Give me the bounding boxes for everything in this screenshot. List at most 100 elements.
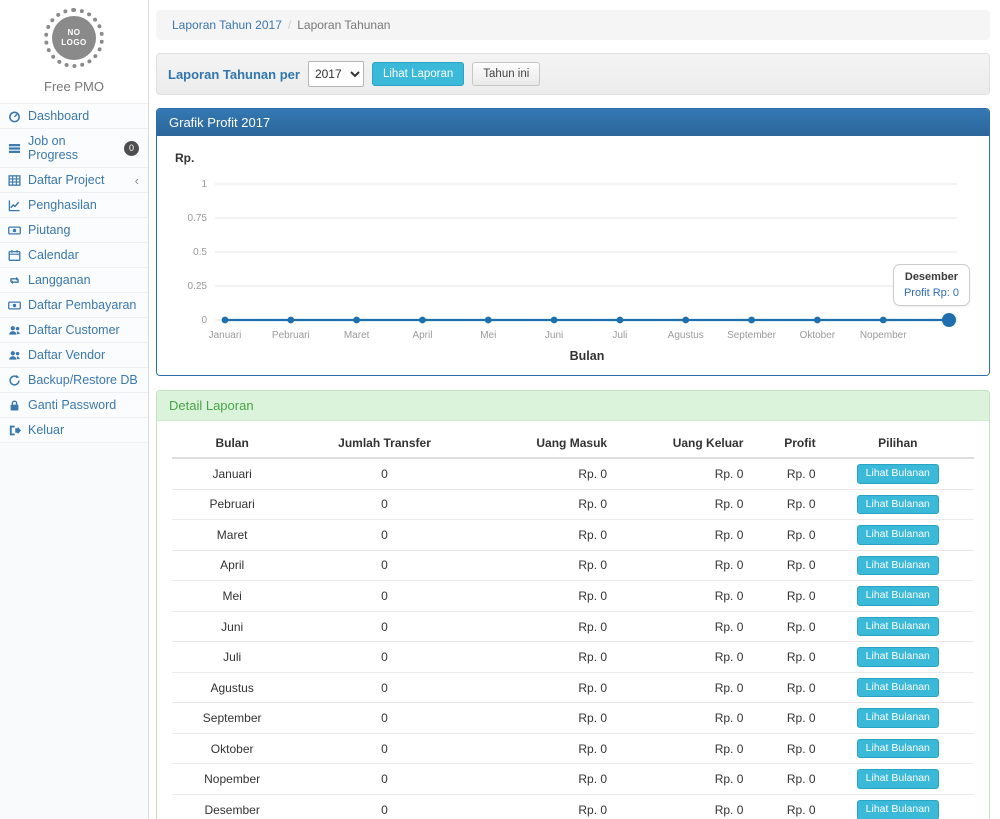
cell-jumlah_transfer: 0 [292, 703, 476, 734]
lihat-bulanan-button[interactable]: Lihat Bulanan [857, 556, 939, 576]
report-filter-bar: Laporan Tahunan per 2017 Lihat Laporan T… [156, 53, 990, 95]
sidebar-item-daftar-customer[interactable]: Daftar Customer [0, 318, 148, 343]
cell-jumlah_transfer: 0 [292, 672, 476, 703]
cell-uang_masuk: Rp. 0 [477, 642, 613, 673]
filter-label: Laporan Tahunan per [168, 67, 300, 82]
svg-text:Oktober: Oktober [800, 330, 836, 341]
svg-text:1: 1 [201, 179, 207, 190]
sidebar-item-daftar-vendor[interactable]: Daftar Vendor [0, 343, 148, 368]
year-select[interactable]: 2017 [308, 61, 364, 87]
breadcrumb-link-laporan-tahun[interactable]: Laporan Tahun 2017 [172, 18, 282, 32]
app-layout: NO LOGO Free PMO Dashboard Job on Progre… [0, 0, 1000, 819]
cell-action: Lihat Bulanan [822, 520, 974, 551]
brand-name: Free PMO [0, 72, 148, 103]
sidebar-item-dashboard[interactable]: Dashboard [0, 104, 148, 129]
refresh-icon [8, 374, 21, 387]
cell-bulan: Oktober [172, 733, 292, 764]
sidebar-item-penghasilan[interactable]: Penghasilan [0, 193, 148, 218]
cell-uang_masuk: Rp. 0 [477, 703, 613, 734]
svg-text:0.25: 0.25 [188, 281, 208, 292]
lihat-bulanan-button[interactable]: Lihat Bulanan [857, 525, 939, 545]
cell-profit: Rp. 0 [749, 703, 821, 734]
chevron-left-icon: ‹ [135, 174, 139, 187]
table-row: September0Rp. 0Rp. 0Rp. 0Lihat Bulanan [172, 703, 974, 734]
cell-bulan: September [172, 703, 292, 734]
lihat-bulanan-button[interactable]: Lihat Bulanan [857, 769, 939, 789]
cell-bulan: Pebruari [172, 489, 292, 520]
detail-laporan-panel: Detail Laporan Bulan Jumlah Transfer Uan… [156, 390, 990, 819]
svg-text:Januari: Januari [209, 330, 242, 341]
table-row: Agustus0Rp. 0Rp. 0Rp. 0Lihat Bulanan [172, 672, 974, 703]
detail-panel-body: Bulan Jumlah Transfer Uang Masuk Uang Ke… [157, 421, 989, 819]
lihat-bulanan-button[interactable]: Lihat Bulanan [857, 678, 939, 698]
sidebar-item-calendar[interactable]: Calendar [0, 243, 148, 268]
header-jumlah-transfer: Jumlah Transfer [292, 429, 476, 458]
cell-bulan: Juli [172, 642, 292, 673]
svg-text:Juni: Juni [545, 330, 563, 341]
sidebar-item-label: Piutang [28, 223, 70, 237]
lihat-bulanan-button[interactable]: Lihat Bulanan [857, 464, 939, 484]
tahun-ini-button[interactable]: Tahun ini [472, 62, 540, 87]
cell-jumlah_transfer: 0 [292, 611, 476, 642]
sidebar-item-keluar[interactable]: Keluar [0, 418, 148, 443]
sidebar-item-backup-restore-db[interactable]: Backup/Restore DB [0, 368, 148, 393]
cell-action: Lihat Bulanan [822, 611, 974, 642]
cell-jumlah_transfer: 0 [292, 795, 476, 819]
lihat-laporan-button[interactable]: Lihat Laporan [372, 62, 464, 87]
cell-uang_masuk: Rp. 0 [477, 611, 613, 642]
lihat-bulanan-button[interactable]: Lihat Bulanan [857, 800, 939, 819]
main-content: Laporan Tahun 2017/Laporan Tahunan Lapor… [149, 0, 1000, 819]
lihat-bulanan-button[interactable]: Lihat Bulanan [857, 739, 939, 759]
cell-uang_keluar: Rp. 0 [613, 672, 749, 703]
lihat-bulanan-button[interactable]: Lihat Bulanan [857, 647, 939, 667]
cell-action: Lihat Bulanan [822, 489, 974, 520]
sidebar-item-job-on-progress[interactable]: Job on Progress 0 [0, 129, 148, 168]
svg-text:Agustus: Agustus [668, 330, 704, 341]
sidebar: NO LOGO Free PMO Dashboard Job on Progre… [0, 0, 149, 819]
svg-text:April: April [412, 330, 432, 341]
cell-jumlah_transfer: 0 [292, 642, 476, 673]
cell-profit: Rp. 0 [749, 764, 821, 795]
sidebar-item-piutang[interactable]: Piutang [0, 218, 148, 243]
cell-uang_keluar: Rp. 0 [613, 458, 749, 489]
sign-out-icon [8, 424, 21, 437]
cell-profit: Rp. 0 [749, 795, 821, 819]
cell-profit: Rp. 0 [749, 550, 821, 581]
sidebar-item-ganti-password[interactable]: Ganti Password [0, 393, 148, 418]
cell-action: Lihat Bulanan [822, 550, 974, 581]
lihat-bulanan-button[interactable]: Lihat Bulanan [857, 495, 939, 515]
cell-uang_keluar: Rp. 0 [613, 550, 749, 581]
sidebar-item-langganan[interactable]: Langganan [0, 268, 148, 293]
profit-chart: Rp.10.750.50.250JanuariPebruariMaretApri… [167, 144, 979, 366]
cell-uang_masuk: Rp. 0 [477, 581, 613, 612]
cell-uang_keluar: Rp. 0 [613, 703, 749, 734]
cell-jumlah_transfer: 0 [292, 733, 476, 764]
lihat-bulanan-button[interactable]: Lihat Bulanan [857, 617, 939, 637]
cell-action: Lihat Bulanan [822, 642, 974, 673]
cell-action: Lihat Bulanan [822, 703, 974, 734]
lihat-bulanan-button[interactable]: Lihat Bulanan [857, 708, 939, 728]
lihat-bulanan-button[interactable]: Lihat Bulanan [857, 586, 939, 606]
cell-uang_keluar: Rp. 0 [613, 795, 749, 819]
chart-panel-title: Grafik Profit 2017 [157, 109, 989, 136]
cell-uang_keluar: Rp. 0 [613, 520, 749, 551]
cell-action: Lihat Bulanan [822, 764, 974, 795]
cell-uang_keluar: Rp. 0 [613, 733, 749, 764]
cell-jumlah_transfer: 0 [292, 458, 476, 489]
svg-text:Bulan: Bulan [570, 349, 605, 363]
svg-text:0.75: 0.75 [188, 213, 208, 224]
breadcrumb: Laporan Tahun 2017/Laporan Tahunan [156, 10, 990, 40]
table-icon [8, 174, 21, 187]
sidebar-item-daftar-pembayaran[interactable]: Daftar Pembayaran [0, 293, 148, 318]
cell-uang_masuk: Rp. 0 [477, 458, 613, 489]
table-row: Desember0Rp. 0Rp. 0Rp. 0Lihat Bulanan [172, 795, 974, 819]
calendar-icon [8, 249, 21, 262]
cell-uang_masuk: Rp. 0 [477, 795, 613, 819]
line-chart-icon [8, 199, 21, 212]
cell-jumlah_transfer: 0 [292, 489, 476, 520]
cell-uang_masuk: Rp. 0 [477, 489, 613, 520]
tasks-icon [8, 142, 21, 155]
sidebar-item-label: Daftar Vendor [28, 348, 105, 362]
cell-action: Lihat Bulanan [822, 795, 974, 819]
sidebar-item-daftar-project[interactable]: Daftar Project ‹ [0, 168, 148, 193]
